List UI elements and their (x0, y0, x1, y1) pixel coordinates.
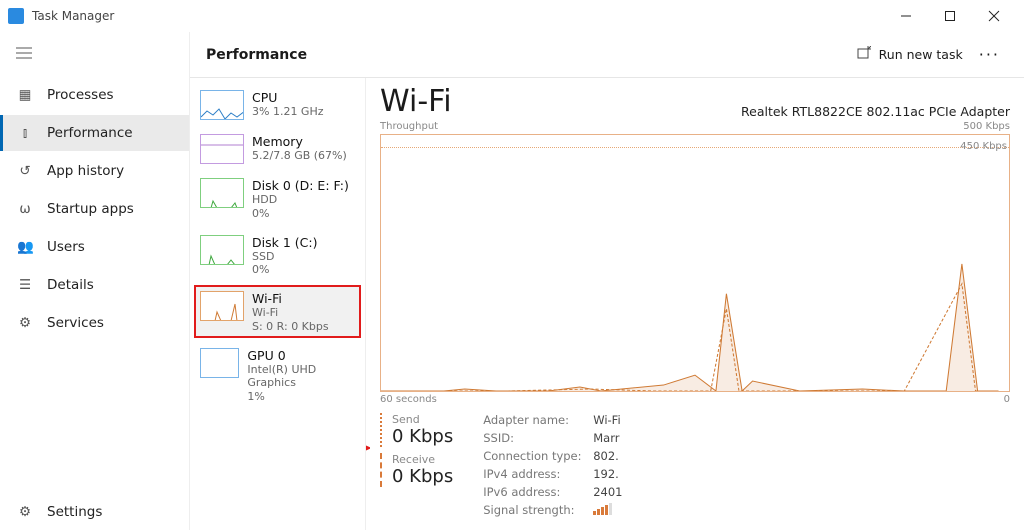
sidebar-item-settings[interactable]: ⚙Settings (0, 494, 189, 530)
grid-icon: ▦ (17, 87, 33, 103)
gear-icon: ⚙ (17, 504, 33, 520)
cpu-sparkline (200, 90, 244, 120)
sidebar-item-processes[interactable]: ▦Processes (0, 77, 189, 113)
detail-pane: Wi-Fi Realtek RTL8822CE 802.11ac PCIe Ad… (366, 78, 1024, 530)
startup-icon: ⍵ (17, 201, 33, 217)
page-title: Performance (206, 47, 307, 63)
memory-sparkline (200, 134, 244, 164)
wifi-sparkline (200, 291, 244, 321)
more-options-button[interactable]: ··· (971, 41, 1008, 68)
sidebar-item-app-history[interactable]: ↺App history (0, 153, 189, 189)
receive-stat: Receive 0 Kbps (380, 453, 453, 487)
minimize-button[interactable] (884, 2, 928, 30)
chart-y-max: 500 Kbps (963, 121, 1010, 132)
detail-heading: Wi-Fi (380, 84, 452, 119)
perf-item-gpu0[interactable]: GPU 0Intel(R) UHD Graphics1% (194, 342, 361, 408)
sidebar: ▦Processes ⫾Performance ↺App history ⍵St… (0, 32, 190, 530)
details-icon: ☰ (17, 277, 33, 293)
connection-details: Adapter name:Wi-Fi SSID:Marr Connection … (483, 413, 622, 518)
performance-list: CPU3% 1.21 GHz Memory5.2/7.8 GB (67%) Di… (190, 78, 366, 530)
chart-axis-label: Throughput (380, 121, 438, 132)
perf-item-wifi[interactable]: Wi-FiWi-FiS: 0 R: 0 Kbps (194, 285, 361, 338)
menu-toggle-button[interactable] (0, 38, 189, 69)
perf-item-disk0[interactable]: Disk 0 (D: E: F:)HDD0% (194, 172, 361, 225)
adapter-name: Realtek RTL8822CE 802.11ac PCIe Adapter (741, 104, 1010, 119)
services-icon: ⚙ (17, 315, 33, 331)
perf-item-cpu[interactable]: CPU3% 1.21 GHz (194, 84, 361, 124)
disk0-sparkline (200, 178, 244, 208)
title-bar: Task Manager (0, 0, 1024, 32)
sidebar-item-services[interactable]: ⚙Services (0, 305, 189, 341)
sidebar-item-performance[interactable]: ⫾Performance (0, 115, 189, 151)
annotation-arrow-icon (366, 423, 370, 479)
sidebar-item-users[interactable]: 👥Users (0, 229, 189, 265)
sidebar-item-details[interactable]: ☰Details (0, 267, 189, 303)
close-button[interactable] (972, 2, 1016, 30)
performance-icon: ⫾ (17, 125, 33, 141)
signal-strength-icon (593, 503, 612, 515)
maximize-button[interactable] (928, 2, 972, 30)
throughput-chart: 450 Kbps (380, 134, 1010, 392)
disk1-sparkline (200, 235, 244, 265)
sidebar-item-startup-apps[interactable]: ⍵Startup apps (0, 191, 189, 227)
chart-x-right: 0 (1004, 394, 1010, 405)
perf-item-disk1[interactable]: Disk 1 (C:)SSD0% (194, 229, 361, 282)
users-icon: 👥 (17, 239, 33, 255)
app-icon (8, 8, 24, 24)
gpu0-sparkline (200, 348, 239, 378)
app-title: Task Manager (32, 9, 114, 23)
history-icon: ↺ (17, 163, 33, 179)
topbar: Performance Run new task ··· (190, 32, 1024, 78)
run-task-icon (857, 46, 871, 63)
perf-item-memory[interactable]: Memory5.2/7.8 GB (67%) (194, 128, 361, 168)
chart-x-left: 60 seconds (380, 394, 437, 405)
send-stat: Send 0 Kbps (380, 413, 453, 447)
run-new-task-button[interactable]: Run new task (849, 42, 971, 67)
